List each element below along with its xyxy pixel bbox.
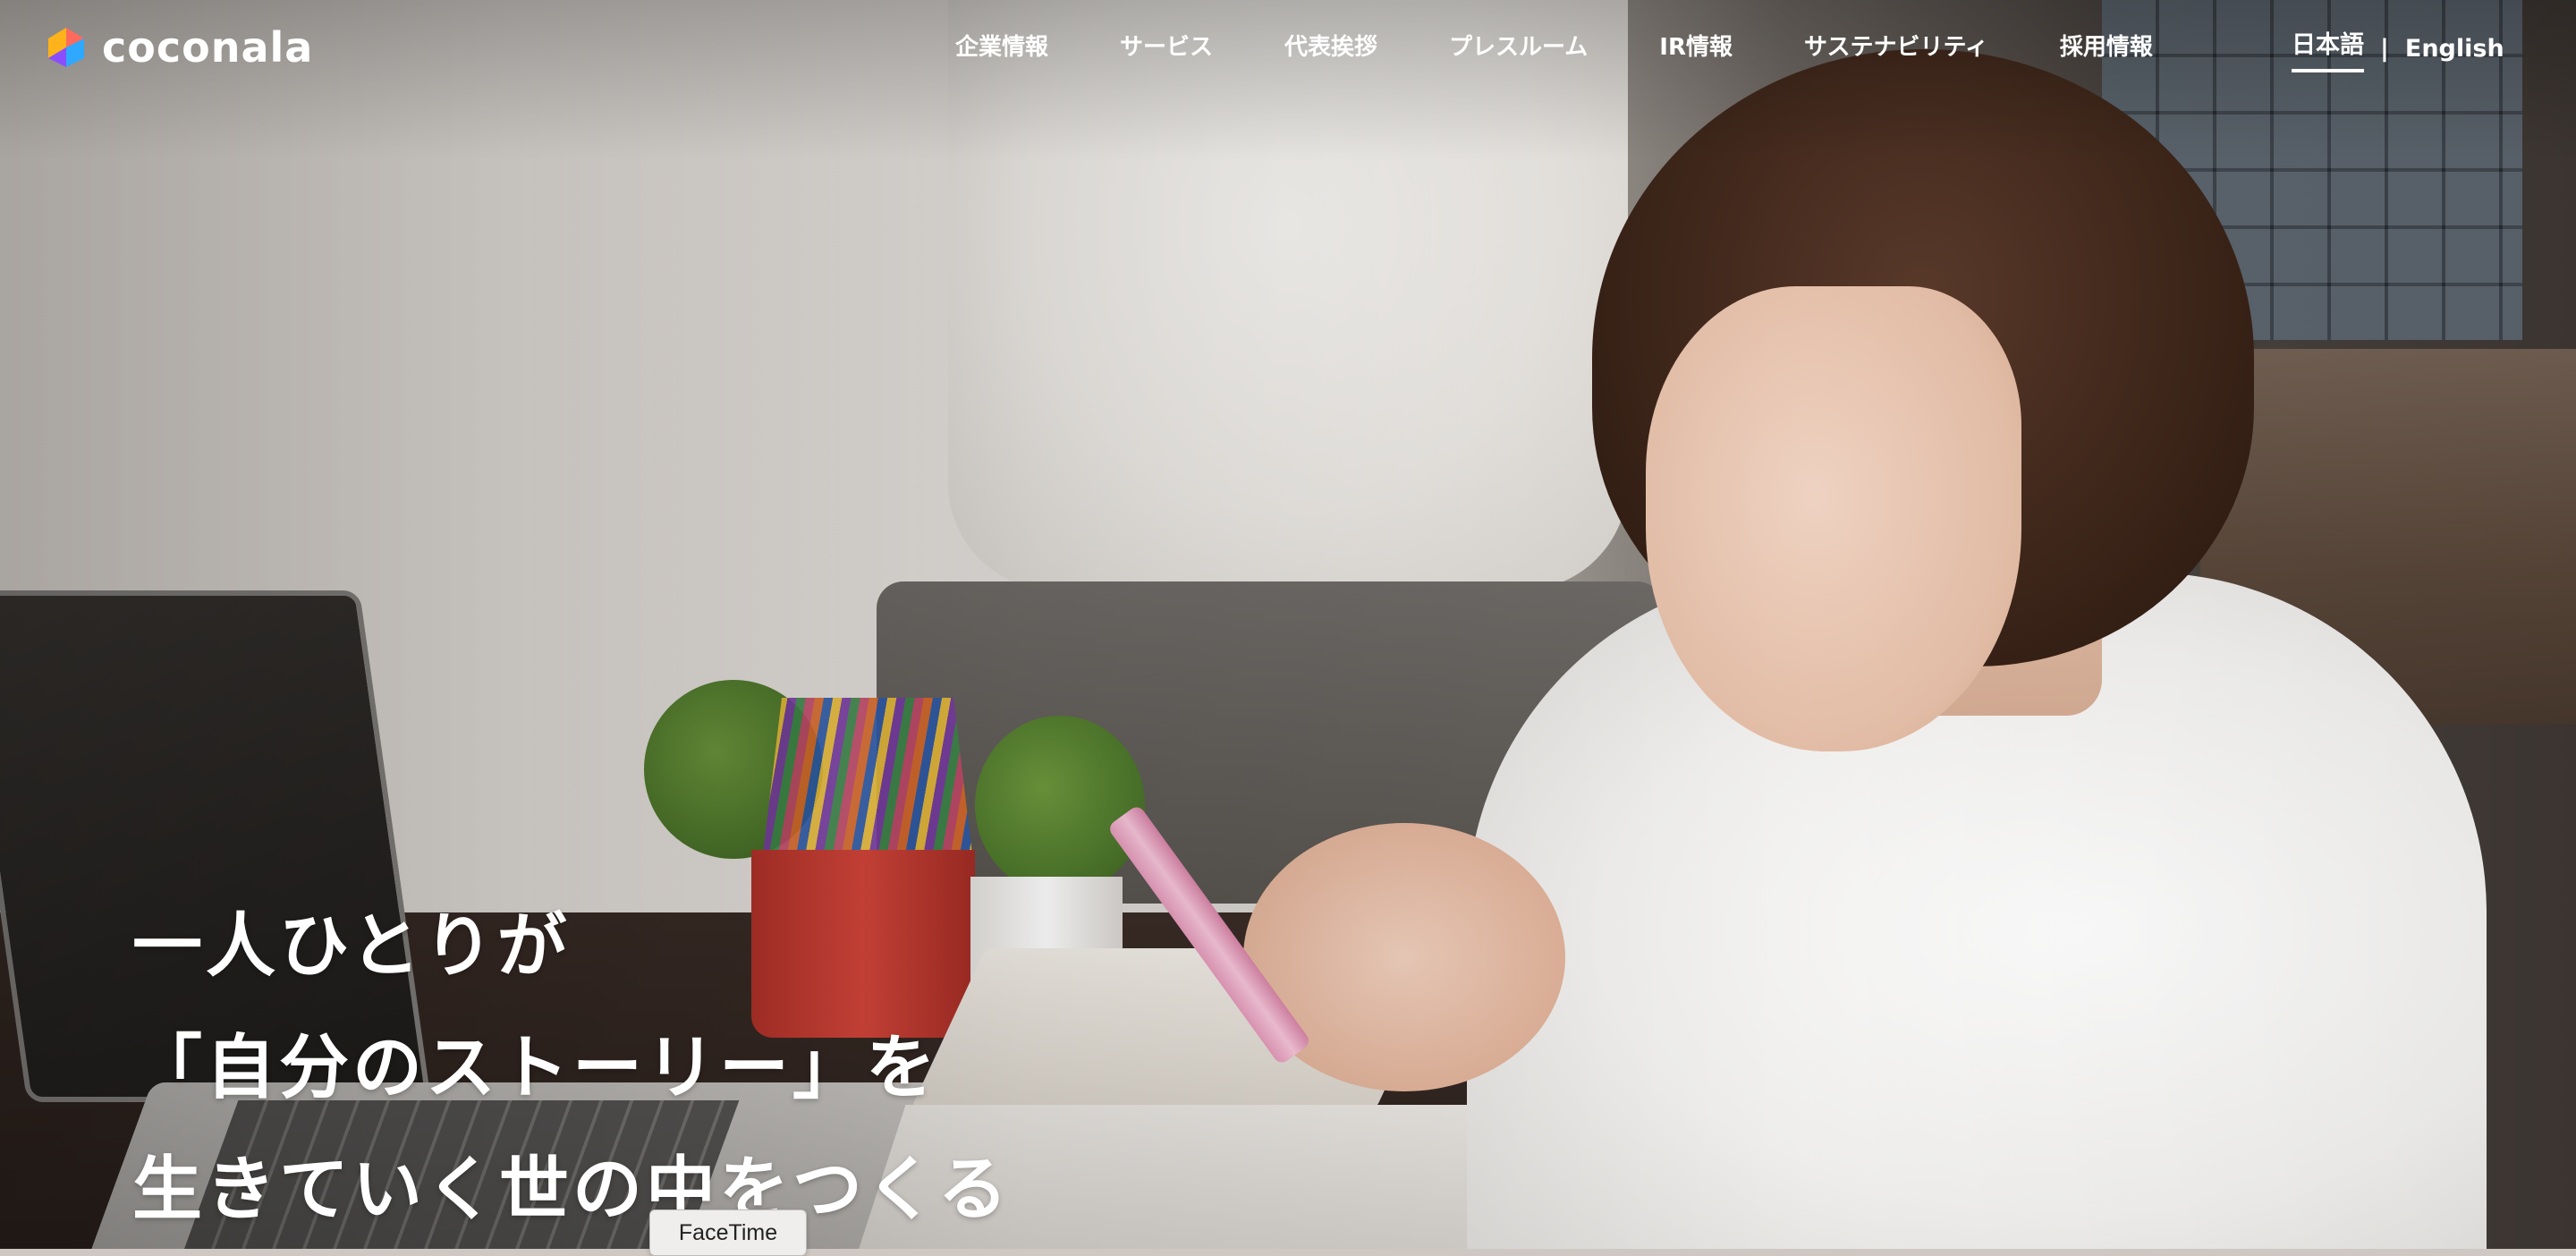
logo-text: coconala — [102, 23, 314, 72]
headline-line-3: 生きていく世の中をつくる — [132, 1150, 1012, 1230]
nav-company-info[interactable]: 企業情報 — [955, 29, 1084, 62]
logo-link[interactable]: coconala — [43, 23, 313, 72]
lang-english[interactable]: English — [2405, 35, 2504, 63]
main-nav: 企業情報 サービス 代表挨拶 プレスルーム IR情報 サステナビリティ 採用情報 — [955, 29, 2189, 62]
facetime-tooltip: FaceTime — [649, 1209, 807, 1256]
nav-recruitment[interactable]: 採用情報 — [2024, 29, 2189, 62]
nav-press-room[interactable]: プレスルーム — [1413, 29, 1623, 62]
coconala-logo-icon — [43, 24, 89, 71]
lang-separator: | — [2380, 35, 2389, 63]
nav-ir[interactable]: IR情報 — [1623, 29, 1768, 62]
nav-ceo-message[interactable]: 代表挨拶 — [1249, 29, 1413, 62]
language-switcher: 日本語 | English — [2292, 25, 2504, 72]
hero-headline: 一人ひとりが「自分のストーリー」を 生きていく世の中をつくる — [132, 886, 1011, 1251]
site-header: coconala 企業情報 サービス 代表挨拶 プレスルーム IR情報 サステナビリティ採… — [0, 0, 2576, 98]
headline-line-2: 「自分のストーリー」を — [132, 1028, 940, 1108]
nav-services[interactable]: サービス — [1084, 29, 1249, 62]
lang-japanese[interactable]: 日本語 — [2292, 25, 2364, 72]
headline-line-1: 一人ひとりが — [132, 906, 571, 987]
nav-sustainability[interactable]: サステナビリティ — [1768, 29, 2024, 62]
